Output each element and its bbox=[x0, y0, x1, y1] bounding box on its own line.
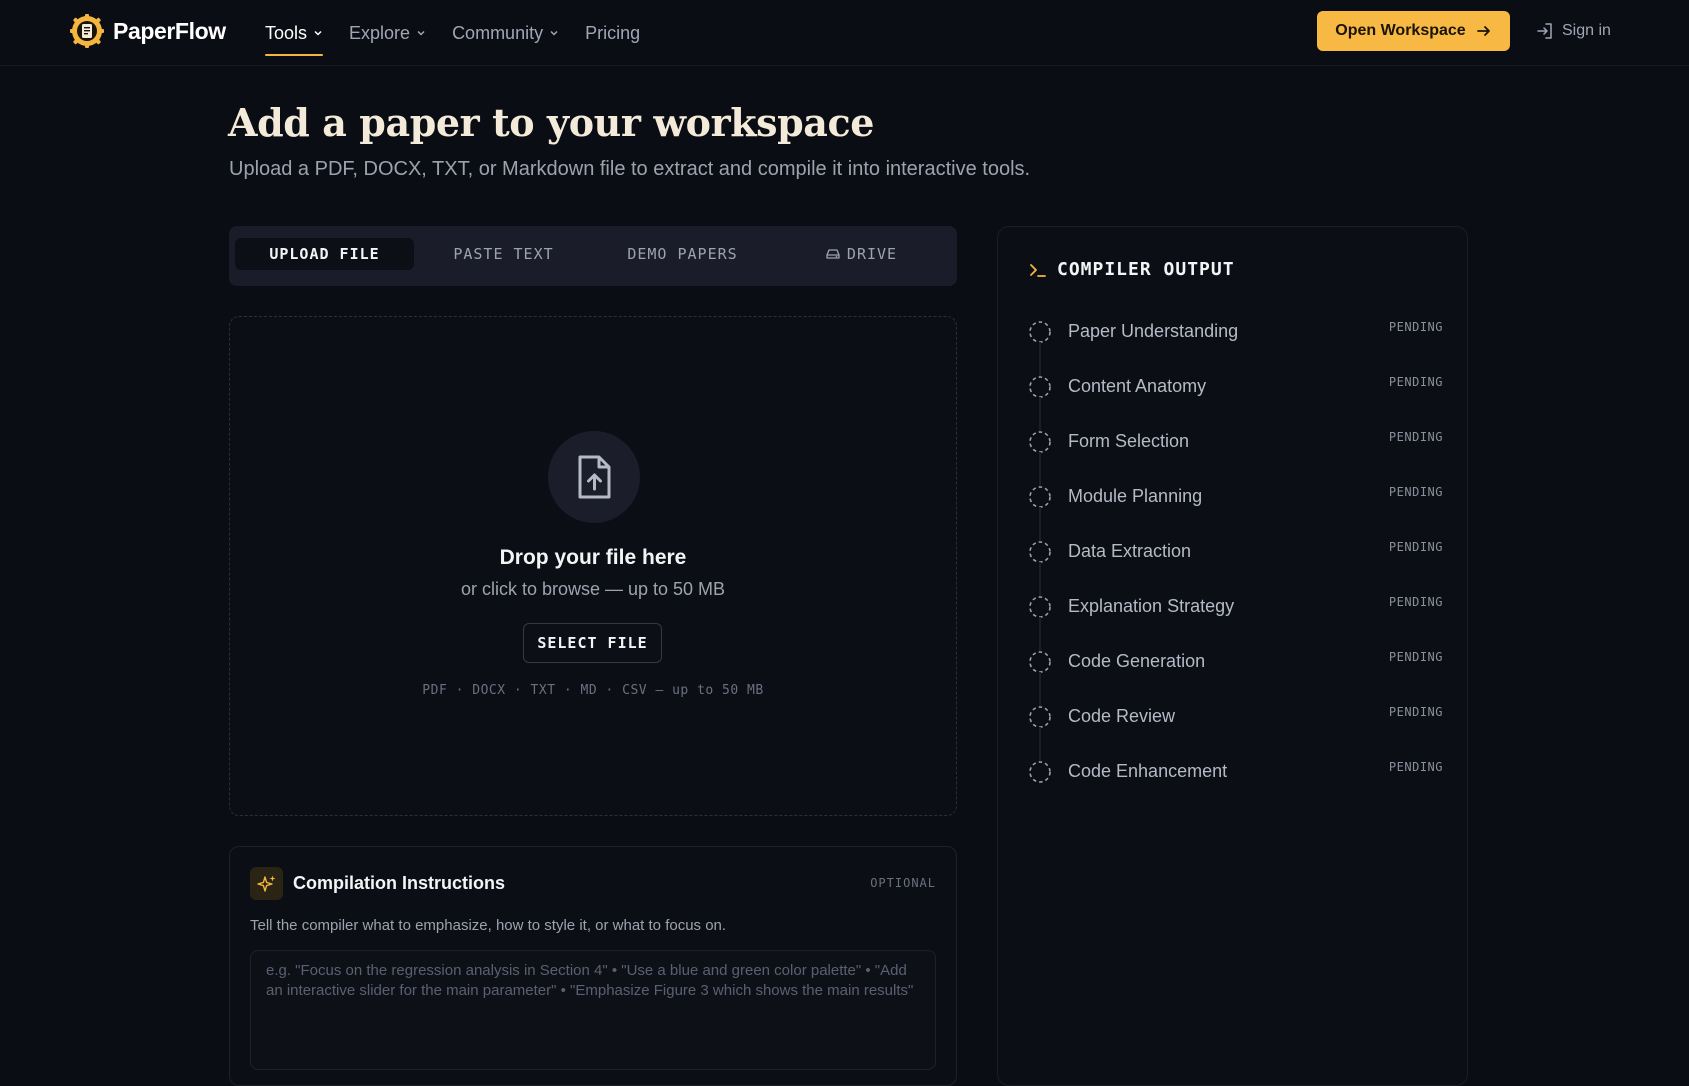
step-code-generation: Code Generation PENDING bbox=[1029, 634, 1443, 706]
pending-circle-icon bbox=[1029, 485, 1051, 508]
step-label: Code Generation bbox=[1068, 651, 1206, 671]
select-file-button[interactable]: SELECT FILE bbox=[523, 623, 662, 663]
instructions-description: Tell the compiler what to emphasize, how… bbox=[250, 917, 727, 934]
pending-circle-icon bbox=[1029, 760, 1051, 783]
tab-upload-file[interactable]: UPLOAD FILE bbox=[235, 238, 414, 270]
step-label: Module Planning bbox=[1068, 486, 1203, 506]
instructions-title: Compilation Instructions bbox=[293, 873, 506, 893]
sparkle-icon bbox=[256, 875, 275, 892]
nav-explore[interactable]: Explore bbox=[349, 0, 426, 66]
tab-demo-papers[interactable]: DEMO PAPERS bbox=[593, 238, 772, 270]
step-label: Code Review bbox=[1068, 706, 1176, 726]
nav-pricing[interactable]: Pricing bbox=[585, 0, 640, 66]
step-status: PENDING bbox=[1388, 430, 1443, 444]
page-title: Add a paper to your workspace bbox=[228, 100, 875, 145]
tab-drive-label: DRIVE bbox=[846, 245, 898, 263]
step-status: PENDING bbox=[1388, 650, 1443, 664]
step-label: Data Extraction bbox=[1068, 541, 1192, 561]
sign-in-label: Sign in bbox=[1562, 22, 1611, 39]
tab-paste-text-label: PASTE TEXT bbox=[453, 245, 554, 263]
step-status: PENDING bbox=[1388, 320, 1443, 334]
step-data-extraction: Data Extraction PENDING bbox=[1029, 524, 1443, 596]
step-label: Code Enhancement bbox=[1068, 761, 1228, 781]
step-code-enhancement: Code Enhancement PENDING bbox=[1029, 744, 1443, 799]
pending-circle-icon bbox=[1029, 375, 1051, 398]
tab-drive[interactable]: DRIVE bbox=[772, 238, 951, 270]
upload-icon-wrap bbox=[548, 431, 640, 523]
compilation-instructions-card: Compilation Instructions OPTIONAL Tell t… bbox=[229, 846, 957, 1086]
nav-community-label: Community bbox=[452, 22, 544, 43]
step-status: PENDING bbox=[1388, 485, 1443, 499]
sign-in-icon bbox=[1537, 23, 1552, 39]
pending-circle-icon bbox=[1029, 705, 1051, 728]
pending-circle-icon bbox=[1029, 540, 1051, 563]
tab-upload-file-label: UPLOAD FILE bbox=[269, 245, 380, 263]
step-status: PENDING bbox=[1388, 705, 1443, 719]
step-status: PENDING bbox=[1388, 540, 1443, 554]
pending-circle-icon bbox=[1029, 650, 1051, 673]
step-code-review: Code Review PENDING bbox=[1029, 689, 1443, 761]
top-nav: PaperFlow Tools Explore Community Pricin… bbox=[0, 0, 1689, 66]
step-label: Form Selection bbox=[1068, 431, 1190, 451]
compiler-output-header: COMPILER OUTPUT bbox=[1029, 259, 1235, 280]
tab-paste-text[interactable]: PASTE TEXT bbox=[414, 238, 593, 270]
nav-explore-label: Explore bbox=[349, 22, 411, 43]
terminal-prompt-icon bbox=[1030, 263, 1046, 277]
compiler-output-panel: COMPILER OUTPUT Paper Understanding PEND… bbox=[997, 226, 1468, 1086]
step-content-anatomy: Content Anatomy PENDING bbox=[1029, 359, 1443, 431]
nav-tools-label: Tools bbox=[265, 22, 308, 43]
open-workspace-label: Open Workspace bbox=[1335, 22, 1466, 39]
main-nav: Tools Explore Community Pricing bbox=[265, 0, 666, 66]
open-workspace-button[interactable]: Open Workspace bbox=[1317, 11, 1510, 51]
chevron-down-icon bbox=[417, 30, 425, 36]
sparkle-icon-wrap bbox=[250, 867, 283, 900]
source-tabs: UPLOAD FILE PASTE TEXT DEMO PAPERS DRIVE bbox=[229, 226, 957, 286]
paperflow-logo-icon bbox=[70, 14, 104, 48]
file-upload-icon bbox=[578, 455, 611, 499]
step-label: Explanation Strategy bbox=[1068, 596, 1235, 616]
nav-tools[interactable]: Tools bbox=[265, 0, 324, 66]
step-status: PENDING bbox=[1388, 760, 1443, 774]
chevron-down-icon bbox=[314, 30, 322, 36]
nav-pricing-label: Pricing bbox=[585, 22, 641, 43]
step-paper-understanding: Paper Understanding PENDING bbox=[1029, 304, 1443, 376]
step-status: PENDING bbox=[1388, 375, 1443, 389]
pending-circle-icon bbox=[1029, 320, 1051, 343]
supported-formats: PDF · DOCX · TXT · MD · CSV — up to 50 M… bbox=[422, 683, 764, 698]
step-status: PENDING bbox=[1388, 595, 1443, 609]
pending-circle-icon bbox=[1029, 430, 1051, 453]
file-dropzone[interactable]: Drop your file here or click to browse —… bbox=[229, 316, 957, 816]
instructions-textarea[interactable] bbox=[250, 950, 936, 1070]
dropzone-title: Drop your file here bbox=[499, 546, 687, 569]
brand-name: PaperFlow bbox=[113, 17, 226, 44]
nav-community[interactable]: Community bbox=[452, 0, 559, 66]
step-label: Paper Understanding bbox=[1068, 321, 1239, 341]
step-explanation-strategy: Explanation Strategy PENDING bbox=[1029, 579, 1443, 651]
chevron-down-icon bbox=[550, 30, 558, 36]
dropzone-subtitle: or click to browse — up to 50 MB bbox=[460, 579, 726, 599]
brand[interactable]: PaperFlow bbox=[70, 14, 226, 48]
compiler-steps: Paper Understanding PENDING Content Anat… bbox=[1029, 304, 1443, 799]
arrow-right-icon bbox=[1476, 26, 1490, 36]
drive-icon bbox=[826, 249, 840, 259]
compiler-output-title: COMPILER OUTPUT bbox=[1057, 259, 1235, 280]
page-subtitle: Upload a PDF, DOCX, TXT, or Markdown fil… bbox=[229, 158, 1031, 180]
step-label: Content Anatomy bbox=[1068, 376, 1207, 396]
sign-in-link[interactable]: Sign in bbox=[1536, 11, 1611, 51]
step-form-selection: Form Selection PENDING bbox=[1029, 414, 1443, 486]
pending-circle-icon bbox=[1029, 595, 1051, 618]
optional-badge: OPTIONAL bbox=[870, 876, 936, 890]
step-module-planning: Module Planning PENDING bbox=[1029, 469, 1443, 541]
tab-demo-papers-label: DEMO PAPERS bbox=[627, 245, 738, 263]
